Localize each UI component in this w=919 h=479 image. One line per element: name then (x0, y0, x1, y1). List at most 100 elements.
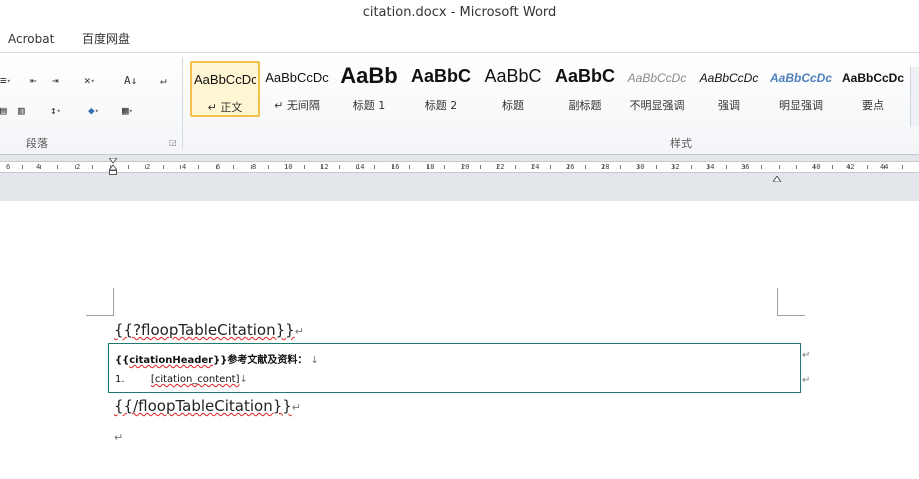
tab-acrobat[interactable]: Acrobat (8, 26, 54, 52)
citation-list-item[interactable]: 1. [citation_content]↓ (115, 374, 248, 385)
styles-gallery-scroll[interactable] (910, 67, 919, 127)
ruler-tick (444, 165, 445, 169)
style-name: 标题 1 (352, 99, 386, 112)
ruler-label: 36 (741, 163, 750, 171)
style-sample: AaBbC (484, 66, 542, 86)
horizontal-ruler[interactable]: 6 4 2 2 4 6 8 10 12 14 16 18 20 22 24 26… (0, 157, 919, 183)
window-title: citation.docx - Microsoft Word (362, 5, 557, 20)
ruler-tick (480, 165, 481, 169)
template-open-tag[interactable]: {{?floopTableCitation}}↵ (114, 321, 304, 339)
ruler-label: 2 (76, 163, 81, 171)
paragraph-dialog-launcher-icon[interactable]: ◲ (169, 138, 177, 147)
citation-header-cell[interactable]: {{citationHeader}}参考文献及资料： ↓ (115, 351, 319, 366)
style-name: 要点 (862, 99, 884, 112)
ruler-label: 20 (461, 163, 470, 171)
styles-group-label: 样式 (670, 137, 692, 150)
style-sample: AaBbC (554, 66, 615, 86)
title-bar: citation.docx - Microsoft Word (0, 0, 919, 26)
template-close-tag[interactable]: {{/floopTableCitation}}↵ (114, 397, 301, 415)
ruler-tick (339, 165, 340, 169)
increase-indent-button[interactable]: ⇥ (52, 71, 59, 91)
style-name: ↵ 正文 (207, 101, 243, 114)
style-name: 不明显强调 (629, 99, 685, 112)
citation-content: [citation_content] (150, 374, 240, 385)
line-spacing-button[interactable]: ↕▾ (50, 101, 61, 121)
ruler-label: 12 (320, 163, 329, 171)
style-subtle-emphasis[interactable]: AaBbCcDc 不明显强调 (622, 61, 692, 117)
ruler-label: 16 (391, 163, 400, 171)
bullets-button[interactable]: ≡▾ (0, 71, 11, 91)
sort-button[interactable]: A↓ (124, 71, 137, 91)
style-name: 明显强调 (779, 99, 823, 112)
style-sample: AaBbC (410, 66, 471, 86)
ruler-label: 40 (812, 163, 821, 171)
close-tag-text: {{/floopTableCitation}} (114, 397, 292, 415)
empty-paragraph[interactable]: ↵ (114, 427, 123, 445)
ruler-tick (761, 165, 762, 169)
list-number: 1. (115, 374, 125, 385)
ruler-tick (656, 165, 657, 169)
style-heading-1[interactable]: AaBb 标题 1 (334, 61, 404, 117)
paragraph-mark: ↵ (291, 401, 302, 414)
chinese-layout-button[interactable]: ✕▾ (84, 71, 95, 91)
ruler-label: 6 (6, 163, 11, 171)
ruler-tick (268, 165, 269, 169)
style-no-spacing[interactable]: AaBbCcDc ↵ 无间隔 (262, 61, 332, 117)
paragraph-group-label: 段落 (26, 137, 48, 150)
ruler-label: 6 (216, 163, 221, 171)
ribbon: ≡▾ ⇤ ⇥ ✕▾ A↓ ↵ ▤ ▥ ↕▾ ◆▾ ▦▾ 段落 ◲ AaBbCcD… (0, 52, 919, 155)
right-indent-marker-icon[interactable] (772, 167, 782, 186)
ruler-label: 14 (356, 163, 365, 171)
ruler-label: 4 (182, 163, 187, 171)
style-subtitle[interactable]: AaBbC 副标题 (550, 61, 620, 117)
ruler-label: 24 (531, 163, 540, 171)
ruler-tick (22, 165, 23, 169)
citation-table[interactable]: {{citationHeader}}参考文献及资料： ↓ 1. [citatio… (108, 343, 801, 393)
style-sample: AaBbCcDc (841, 71, 904, 85)
ruler-tick (585, 165, 586, 169)
ruler-tick (832, 165, 833, 169)
show-marks-button[interactable]: ↵ (160, 71, 167, 91)
ruler-label: 22 (496, 163, 505, 171)
ruler-tick (409, 165, 410, 169)
ruler-label: 10 (284, 163, 293, 171)
ruler-tick (304, 165, 305, 169)
justify-button[interactable]: ▤ (0, 101, 7, 121)
style-strong[interactable]: AaBbCcDc 要点 (838, 61, 908, 117)
ruler-tick (726, 165, 727, 169)
ruler-tick (233, 165, 234, 169)
document-page[interactable]: {{?floopTableCitation}}↵ {{citationHeade… (0, 201, 919, 479)
ruler-label: 32 (671, 163, 680, 171)
header-key: citationHeader (129, 355, 214, 366)
tab-baidu-netdisk[interactable]: 百度网盘 (82, 26, 130, 52)
ruler-label: 8 (252, 163, 257, 171)
style-sample: AaBbCcDc (769, 71, 832, 85)
style-emphasis[interactable]: AaBbCcDc 强调 (694, 61, 764, 117)
ruler-label: 28 (601, 163, 610, 171)
ruler-tick (374, 165, 375, 169)
style-intense-emphasis[interactable]: AaBbCcDc 明显强调 (766, 61, 836, 117)
group-separator (182, 57, 183, 149)
ruler-tick (867, 165, 868, 169)
style-sample: AaBbCcDc (194, 72, 256, 87)
ruler-tick (163, 165, 164, 169)
distributed-button[interactable]: ▥ (18, 101, 25, 121)
ruler-tick (180, 165, 181, 169)
header-prefix: {{ (115, 355, 130, 366)
ruler-area: 6 4 2 2 4 6 8 10 12 14 16 18 20 22 24 26… (0, 155, 919, 201)
style-name: 标题 2 (424, 99, 458, 112)
style-name: 标题 (502, 99, 524, 112)
style-sample: AaBbCcDc (627, 71, 687, 85)
ruler-label: 44 (880, 163, 889, 171)
ruler-label: 26 (566, 163, 575, 171)
borders-button[interactable]: ▦▾ (122, 101, 133, 121)
style-normal[interactable]: AaBbCcDc ↵ 正文 (190, 61, 260, 117)
indent-marker-icon[interactable] (107, 157, 119, 176)
row-end-mark: ↵ (802, 350, 811, 361)
ruler-label: 34 (706, 163, 715, 171)
style-sample: AaBbCcDc (265, 70, 329, 85)
style-heading-2[interactable]: AaBbC 标题 2 (406, 61, 476, 117)
decrease-indent-button[interactable]: ⇤ (30, 71, 37, 91)
shading-button[interactable]: ◆▾ (88, 101, 99, 121)
style-title[interactable]: AaBbC 标题 (478, 61, 548, 117)
